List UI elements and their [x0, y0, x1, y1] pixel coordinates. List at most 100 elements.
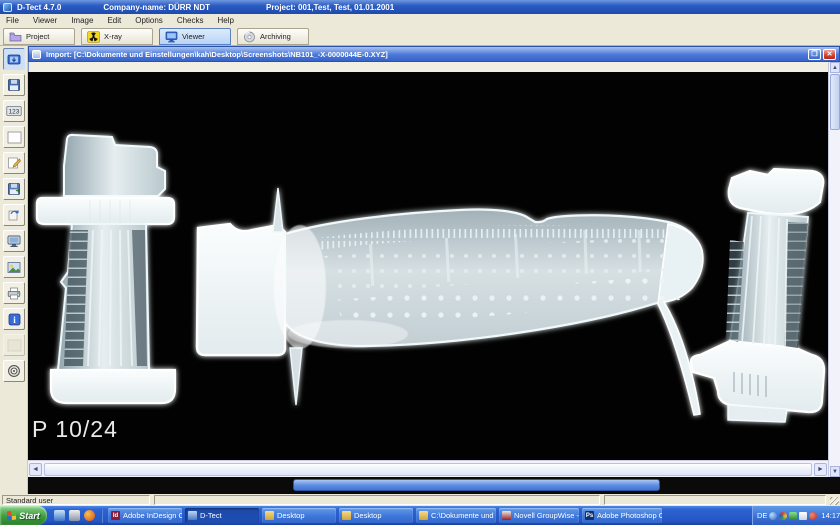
menu-viewer[interactable]: Viewer	[31, 16, 59, 25]
menu-checks[interactable]: Checks	[175, 16, 206, 25]
status-panel-3	[604, 495, 826, 505]
target-icon	[7, 364, 21, 378]
start-button[interactable]: Start	[0, 506, 47, 525]
scroll-down-arrow[interactable]: ▼	[830, 466, 840, 477]
menu-bar: File Viewer Image Edit Options Checks He…	[0, 14, 840, 27]
image-viewer-button[interactable]	[3, 256, 25, 278]
tray-clock[interactable]: 14:17	[821, 511, 840, 520]
xray-image	[28, 72, 828, 460]
monitor-icon	[165, 31, 178, 43]
rotate-button[interactable]	[3, 204, 25, 226]
import-window-title: Import: [C:\Dokumente und Einstellungen\…	[46, 50, 388, 59]
annotate-icon	[7, 156, 21, 170]
status-panel-2	[154, 495, 600, 505]
quick-launch	[50, 506, 108, 525]
menu-help[interactable]: Help	[216, 16, 236, 25]
save-button[interactable]	[3, 74, 25, 96]
tray-globe-icon[interactable]	[769, 512, 777, 520]
system-tray: DE 14:17	[752, 506, 840, 525]
monitor-icon	[7, 235, 21, 248]
image-viewer-icon	[7, 261, 21, 274]
taskbar-button-desktop-1[interactable]: Desktop	[262, 508, 336, 523]
taskbar-button-desktop-2[interactable]: Desktop	[339, 508, 413, 523]
horizontal-scrollbar[interactable]: ◄ ►	[28, 460, 828, 477]
tray-mail-icon[interactable]	[799, 512, 807, 520]
taskbar-button-dtect[interactable]: D-Tect	[185, 508, 259, 523]
taskbar-button-dokumente[interactable]: C:\Dokumente und Ei...	[416, 508, 496, 523]
menu-edit[interactable]: Edit	[105, 16, 123, 25]
windows-taskbar: Start Id Adobe InDesign CS3 D-Tect Deskt…	[0, 506, 840, 525]
vertical-scrollbar[interactable]: ▲ ▼	[828, 62, 840, 477]
close-button[interactable]: ✕	[823, 49, 836, 60]
blank-frame-icon	[7, 131, 22, 144]
rotate-icon	[7, 208, 21, 222]
photoshop-icon: Ps	[585, 511, 594, 520]
folder-icon	[265, 511, 274, 520]
tab-project[interactable]: Project	[3, 28, 75, 45]
horizontal-scroll-thumb[interactable]	[44, 463, 812, 476]
tray-shield-icon[interactable]	[789, 512, 797, 520]
quick-launch-firefox-icon[interactable]	[84, 510, 95, 521]
status-user: Standard user	[6, 496, 53, 505]
counter-button[interactable]: 123	[3, 100, 25, 122]
save-icon	[7, 78, 21, 92]
restore-button[interactable]: ❐	[808, 49, 821, 60]
quick-launch-browser-icon[interactable]	[54, 510, 65, 521]
app-icon	[3, 3, 12, 12]
save-as-button[interactable]	[3, 178, 25, 200]
frame-counter-overlay: P 10/24	[32, 416, 118, 443]
tab-archiving[interactable]: Archiving	[237, 28, 309, 45]
scroll-left-arrow[interactable]: ◄	[29, 463, 42, 476]
radiation-icon	[87, 31, 100, 43]
tray-alert-icon[interactable]	[809, 512, 817, 520]
disc-icon	[243, 31, 256, 43]
taskbar-button-photoshop[interactable]: Ps Adobe Photoshop CS...	[582, 508, 662, 523]
import-window-titlebar[interactable]: Import: [C:\Dokumente und Einstellungen\…	[28, 46, 840, 62]
project-title: Project: 001,Test, Test, 01.01.2001	[266, 3, 394, 12]
folder-icon	[9, 31, 22, 43]
tab-viewer[interactable]: Viewer	[159, 28, 231, 45]
outer-scroll-thumb[interactable]	[293, 479, 660, 491]
dtect-icon	[188, 511, 197, 520]
print-icon	[7, 287, 21, 300]
import-button[interactable]	[3, 48, 25, 70]
tab-label: X-ray	[104, 32, 122, 41]
info-button[interactable]: i	[3, 308, 25, 330]
language-indicator[interactable]: DE	[757, 511, 767, 520]
save-as-icon	[7, 182, 21, 196]
taskbar-button-groupwise[interactable]: Novell GroupWise - M...	[499, 508, 579, 523]
quick-launch-desktop-icon[interactable]	[69, 510, 80, 521]
annotate-button[interactable]	[3, 152, 25, 174]
menu-file[interactable]: File	[4, 16, 21, 25]
tab-label: Project	[26, 32, 49, 41]
print-button[interactable]	[3, 282, 25, 304]
tab-bar: Project X-ray Viewer	[0, 27, 840, 46]
info-icon: i	[8, 313, 21, 326]
import-icon	[7, 52, 21, 66]
folder-icon	[419, 511, 428, 520]
scroll-right-arrow[interactable]: ►	[814, 463, 827, 476]
status-bar: Standard user	[0, 494, 840, 506]
resize-grip[interactable]	[830, 497, 839, 505]
tab-label: Archiving	[260, 32, 291, 41]
title-bar: D-Tect 4.7.0 Company-name: DÜRR NDT Proj…	[0, 0, 840, 14]
scroll-up-arrow[interactable]: ▲	[830, 62, 840, 73]
target-button[interactable]	[3, 360, 25, 382]
blank-frame-button[interactable]	[3, 126, 25, 148]
start-label: Start	[19, 511, 40, 521]
xray-image-viewport[interactable]: P 10/24	[28, 72, 828, 460]
groupwise-icon	[502, 511, 511, 520]
indesign-icon: Id	[111, 511, 120, 520]
counter-icon: 123	[6, 105, 22, 117]
vertical-scroll-thumb[interactable]	[830, 74, 840, 130]
menu-options[interactable]: Options	[133, 16, 165, 25]
svg-text:123: 123	[9, 109, 20, 116]
monitor-button[interactable]	[3, 230, 25, 252]
outer-scroll-strip[interactable]	[28, 477, 840, 494]
taskbar-button-indesign[interactable]: Id Adobe InDesign CS3	[108, 508, 182, 523]
tray-novell-icon[interactable]	[779, 512, 787, 520]
tab-xray[interactable]: X-ray	[81, 28, 153, 45]
folder-icon	[342, 511, 351, 520]
d-tect-window: D-Tect 4.7.0 Company-name: DÜRR NDT Proj…	[0, 0, 840, 525]
menu-image[interactable]: Image	[69, 16, 95, 25]
